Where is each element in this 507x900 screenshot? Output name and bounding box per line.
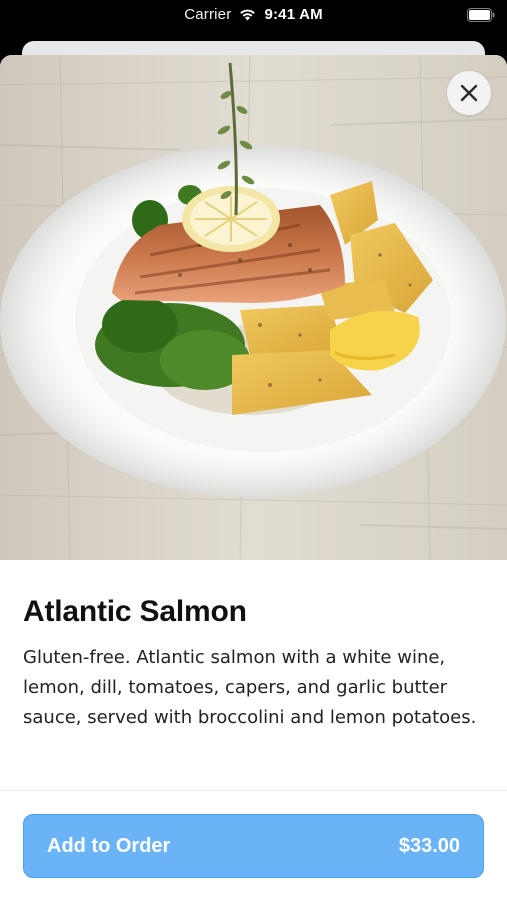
item-description: Gluten-free. Atlantic salmon with a whit… <box>23 647 477 728</box>
add-to-order-button[interactable]: Add to Order $33.00 <box>23 814 484 878</box>
item-details: Atlantic Salmon Gluten-free. Atlantic sa… <box>23 595 484 733</box>
divider <box>0 790 507 791</box>
wifi-icon <box>240 9 256 21</box>
carrier-label: Carrier <box>184 6 232 23</box>
status-time: 9:41 AM <box>264 6 323 23</box>
close-icon <box>460 84 478 102</box>
item-price: $33.00 <box>398 834 460 857</box>
salmon-dish-illustration <box>0 55 507 560</box>
status-center: Carrier 9:41 AM <box>0 6 507 23</box>
dish-photo <box>0 55 507 560</box>
item-detail-sheet: Atlantic Salmon Gluten-free. Atlantic sa… <box>0 55 507 900</box>
status-bar: Carrier 9:41 AM <box>0 0 507 32</box>
close-button[interactable] <box>447 71 491 115</box>
battery-icon <box>467 8 495 22</box>
add-to-order-label: Add to Order <box>47 834 171 857</box>
item-title: Atlantic Salmon <box>23 595 247 628</box>
